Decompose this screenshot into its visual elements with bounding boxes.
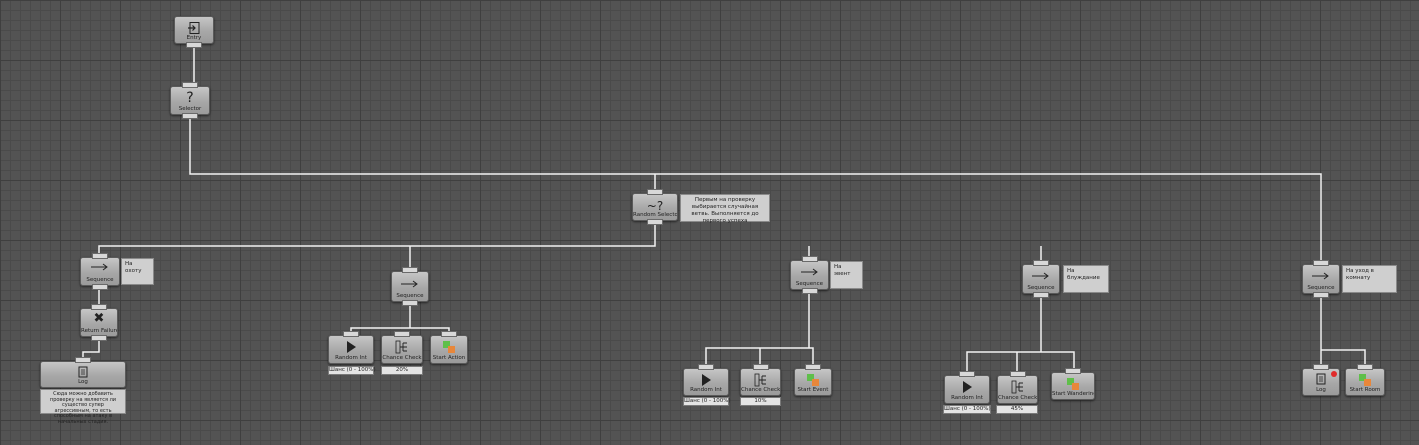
sequence-arrow-icon — [1023, 271, 1059, 281]
sequence-arrow-icon — [392, 279, 428, 289]
node-label: Random Int — [690, 387, 722, 393]
node-label: Random Int — [335, 355, 367, 361]
log-icon — [41, 366, 125, 378]
sequence-node-hunt[interactable]: Sequence — [80, 253, 120, 290]
sequence-hunt-comment: На охоту — [121, 258, 154, 285]
start-icon — [795, 373, 831, 387]
chance-check-1-param[interactable]: 20% — [381, 366, 423, 375]
question-icon: ? — [186, 90, 194, 106]
random-int-node-2[interactable]: Random Int — [683, 364, 729, 396]
sequence-room-comment: На уход в комнату — [1342, 265, 1397, 293]
log-icon — [1303, 373, 1339, 385]
node-label: Start Event — [797, 387, 829, 393]
node-label: Random Int — [951, 395, 983, 401]
chance-check-2-param[interactable]: 10% — [740, 397, 781, 406]
sequence-event-comment: На эвент — [830, 261, 863, 289]
chance-check-node-3[interactable]: Chance Check — [997, 371, 1038, 404]
node-label: Entry — [186, 35, 202, 41]
node-label: Sequence — [1307, 285, 1335, 291]
node-label: Log — [1316, 387, 1326, 393]
sequence-arrow-icon — [81, 262, 119, 272]
random-int-node-3[interactable]: Random Int — [944, 371, 990, 404]
start-icon — [431, 340, 467, 354]
chance-icon — [998, 380, 1037, 394]
entry-node[interactable]: Entry — [174, 16, 214, 48]
play-icon — [684, 373, 728, 387]
sequence-node-event[interactable]: Sequence — [790, 256, 829, 294]
log-1-comment: Сюда можно добавить проверку на является… — [40, 389, 126, 424]
node-label: Start Action — [432, 355, 466, 361]
start-room-node[interactable]: Start Room — [1345, 364, 1385, 396]
chance-check-node-2[interactable]: Chance Check — [740, 364, 781, 396]
node-label: Sequence — [86, 277, 114, 283]
sequence-node-wander[interactable]: Sequence — [1022, 260, 1060, 298]
node-label: Random Selector — [633, 212, 677, 218]
chance-check-node-1[interactable]: Chance Check — [381, 331, 423, 364]
start-icon — [1052, 377, 1094, 391]
random-int-node-1[interactable]: Random Int — [328, 331, 374, 364]
node-label: Selector — [178, 106, 202, 112]
random-int-1-param[interactable]: Шанс (0 - 100%) — [328, 366, 376, 375]
random-selector-node[interactable]: ~? Random Selector — [632, 189, 678, 225]
chance-icon — [741, 373, 780, 387]
random-int-2-param[interactable]: Шанс (0 - 100%) — [683, 397, 731, 406]
play-icon — [329, 340, 373, 354]
play-icon — [945, 380, 989, 394]
node-label: Sequence — [1027, 285, 1055, 291]
x-icon: ✖ — [93, 311, 105, 326]
start-wandering-node[interactable]: Start Wandering — [1051, 368, 1095, 400]
selector-node[interactable]: ? Selector — [170, 82, 210, 119]
node-label: Sequence — [396, 293, 424, 299]
sequence-node-room[interactable]: Sequence — [1302, 260, 1340, 298]
random-int-3-param[interactable]: Шанс (0 - 100%) — [943, 405, 991, 414]
sequence-wander-comment: На блуждание — [1063, 265, 1109, 293]
return-failure-node[interactable]: ✖ Return Failure — [80, 304, 118, 341]
sequence-arrow-icon — [1303, 271, 1339, 281]
node-label: Chance Check — [998, 395, 1037, 401]
node-label: Chance Check — [382, 355, 422, 361]
chance-check-3-param[interactable]: 45% — [996, 405, 1038, 414]
sequence-arrow-icon — [791, 267, 828, 277]
entry-icon — [175, 21, 213, 35]
random-selector-comment: Первым на проверку выбирается случайная … — [680, 194, 770, 224]
chance-icon — [382, 340, 422, 354]
sequence-node-action[interactable]: Sequence — [391, 267, 429, 306]
log-node-1[interactable]: Log — [40, 357, 126, 388]
node-label: Log — [78, 379, 88, 385]
start-icon — [1346, 373, 1384, 387]
log-node-2[interactable]: Log — [1302, 364, 1340, 396]
node-label: Return Failure — [81, 328, 117, 334]
start-action-node[interactable]: Start Action — [430, 331, 468, 364]
node-label: Chance Check — [741, 387, 780, 393]
start-event-node[interactable]: Start Event — [794, 364, 832, 396]
node-label: Start Wandering — [1052, 391, 1094, 397]
node-label: Start Room — [1349, 387, 1381, 393]
node-label: Sequence — [795, 281, 824, 287]
random-selector-icon: ~? — [646, 199, 664, 213]
